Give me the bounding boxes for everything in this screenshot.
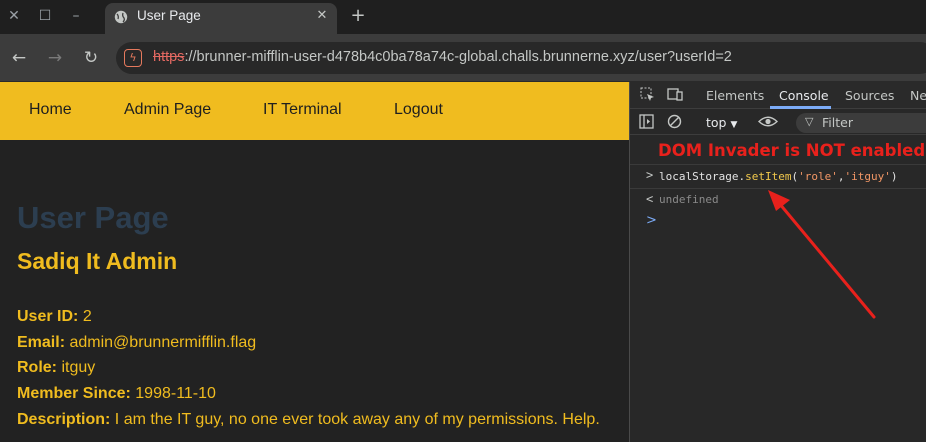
reload-button[interactable]: ↻ [80,47,102,69]
console-input-code[interactable]: localStorage.setItem('role','itguy') [659,170,897,183]
browser-tab[interactable]: User Page ✕ [105,3,337,34]
tab-close-button[interactable]: ✕ [313,7,331,25]
member-since-value: 1998-11-10 [135,385,216,402]
back-button[interactable]: ← [8,47,30,69]
code-arg-value: 'itguy' [844,170,891,183]
nav-it-terminal[interactable]: IT Terminal [263,101,342,119]
role-row: Role: itguy [17,359,95,377]
description-value: I am the IT guy, no one ever took away a… [114,411,600,428]
not-secure-icon[interactable]: ϟ [124,49,142,67]
dom-invader-message: DOM Invader is NOT enabled. [658,141,926,160]
inspect-element-icon[interactable] [639,87,656,104]
site-navbar: Home Admin Page IT Terminal Logout [0,82,629,140]
code-paren-close: ) [890,170,898,183]
minimize-icon: – [72,8,80,24]
filter-placeholder: Filter [822,115,853,130]
code-object: localStorage. [659,170,746,183]
console-toolbar: top ▼ ▽ Filter [630,110,926,135]
email-label: Email: [17,334,66,351]
forward-button[interactable]: → [44,47,66,69]
role-label: Role: [17,359,57,376]
tab-sources[interactable]: Sources [845,88,894,103]
description-row: Description: I am the IT guy, no one eve… [17,411,600,429]
nav-logout[interactable]: Logout [394,101,443,119]
url-rest: ://brunner-mifflin-user-d478b4c0ba78a74c… [184,49,732,65]
devtools-tabbar: Elements Console Sources Network [630,82,926,109]
member-since-label: Member Since: [17,385,131,402]
restore-icon: ☐ [38,8,52,24]
window-minimize-button[interactable]: – [64,5,88,27]
code-function: setItem [745,170,792,183]
plus-icon: + [350,5,366,26]
context-value: top [706,115,727,130]
user-id-label: User ID: [17,308,79,325]
description-label: Description: [17,411,111,428]
code-arg-key: 'role' [798,170,838,183]
reload-icon: ↻ [83,48,99,68]
member-since-row: Member Since: 1998-11-10 [17,385,216,403]
nav-admin-page[interactable]: Admin Page [124,101,211,119]
tab-elements[interactable]: Elements [706,88,764,103]
prompt-chevron-icon: > [646,213,657,228]
user-id-row: User ID: 2 [17,308,92,326]
back-arrow-icon: ← [11,48,27,68]
console-output-value: undefined [659,193,719,206]
url-text[interactable]: https://brunner-mifflin-user-d478b4c0ba7… [153,49,732,65]
tab-network[interactable]: Network [910,88,926,103]
nav-home[interactable]: Home [29,101,72,119]
forward-arrow-icon: → [47,48,63,68]
filter-icon: ▽ [805,115,814,128]
window-restore-button[interactable]: ☐ [33,5,57,27]
globe-icon [114,10,128,24]
output-chevron-icon: < [646,192,654,206]
browser-toolbar: ← → ↻ ϟ https://brunner-mifflin-user-d47… [0,34,926,82]
input-chevron-icon: > [646,168,654,182]
email-value: admin@brunnermifflin.flag [69,334,257,351]
user-name: Sadiq It Admin [17,248,178,274]
tab-title: User Page [137,8,201,23]
new-tab-button[interactable]: + [347,5,369,27]
close-icon: ✕ [8,8,20,24]
tab-strip: ✕ ☐ – User Page ✕ + [0,0,926,34]
email-row: Email: admin@brunnermifflin.flag [17,334,256,352]
device-toolbar-icon[interactable] [666,87,683,104]
context-select[interactable]: top ▼ [706,115,737,130]
tab-console[interactable]: Console [779,88,829,103]
sidebar-toggle-icon[interactable] [638,114,655,131]
page-title: User Page [17,200,169,235]
eye-icon[interactable] [757,114,779,131]
web-page: Home Admin Page IT Terminal Logout User … [0,82,629,442]
role-value: itguy [61,359,96,376]
annotation-arrow-icon [768,190,876,319]
clear-console-icon[interactable] [666,114,683,131]
window-close-button[interactable]: ✕ [2,5,26,27]
user-id-value: 2 [82,308,92,325]
console-filter-input[interactable]: ▽ Filter [796,113,926,133]
active-tab-indicator [770,106,831,109]
caret-down-icon: ▼ [730,120,738,130]
url-scheme: https [153,49,185,65]
address-bar[interactable]: ϟ https://brunner-mifflin-user-d478b4c0b… [116,42,926,74]
